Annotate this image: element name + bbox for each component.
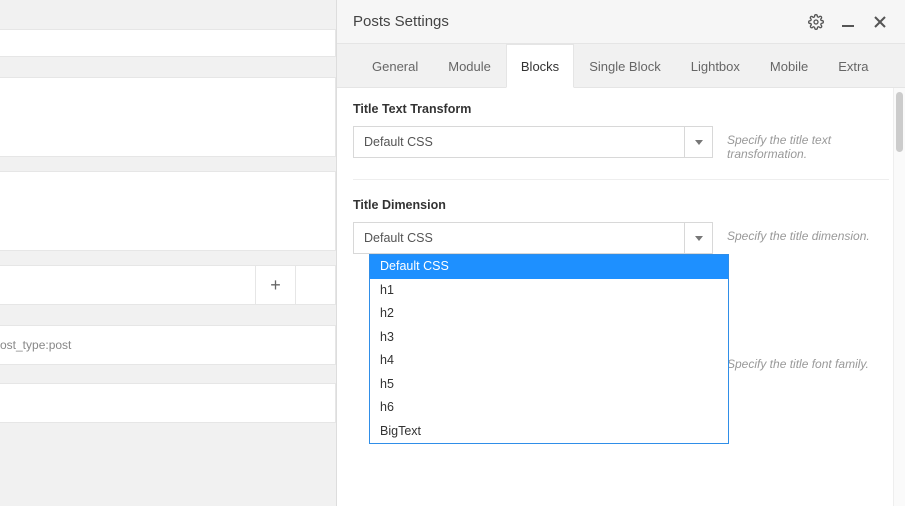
dropdown-option[interactable]: Default CSS <box>370 255 728 279</box>
dropdown-option[interactable]: h5 <box>370 373 728 397</box>
panel-header: Posts Settings <box>337 0 905 44</box>
select-value: Default CSS <box>354 127 684 157</box>
tab-extra[interactable]: Extra <box>823 44 883 88</box>
dropdown-option[interactable]: h4 <box>370 349 728 373</box>
chevron-down-icon <box>684 127 712 157</box>
tab-module[interactable]: Module <box>433 44 506 88</box>
tab-general[interactable]: General <box>357 44 433 88</box>
scrollbar-thumb[interactable] <box>896 92 903 152</box>
hint-text: Specify the title dimension. <box>727 222 889 243</box>
panel-title: Posts Settings <box>353 13 449 30</box>
left-add-row: + <box>0 265 336 305</box>
select-value: Default CSS <box>354 223 684 253</box>
tab-single-block[interactable]: Single Block <box>574 44 676 88</box>
select-title-dimension[interactable]: Default CSS <box>353 222 713 254</box>
dropdown-title-dimension[interactable]: Default CSS h1 h2 h3 h4 h5 h6 BigText <box>369 254 729 444</box>
tab-mobile[interactable]: Mobile <box>755 44 823 88</box>
section-title-text-transform: Title Text Transform Default CSS Specify… <box>353 102 889 180</box>
scrollbar[interactable] <box>893 88 905 506</box>
tabs-bar: General Module Blocks Single Block Light… <box>337 44 905 88</box>
dropdown-option[interactable]: h6 <box>370 396 728 420</box>
select-title-text-transform[interactable]: Default CSS <box>353 126 713 158</box>
section-title-dimension: Title Dimension Default CSS Specify the … <box>353 198 889 506</box>
minimize-icon[interactable] <box>839 13 857 31</box>
chevron-down-icon <box>684 223 712 253</box>
label-title-dimension: Title Dimension <box>353 198 889 212</box>
shortcode-text: ost_type:post <box>0 338 71 352</box>
settings-panel: Posts Settings General Module Blocks Sin… <box>336 0 905 506</box>
dropdown-option[interactable]: h2 <box>370 302 728 326</box>
shortcode-block: ost_type:post <box>0 325 336 365</box>
gear-icon[interactable] <box>807 13 825 31</box>
dropdown-option[interactable]: h1 <box>370 279 728 303</box>
dropdown-option[interactable]: h3 <box>370 326 728 350</box>
left-block <box>0 383 336 423</box>
label-title-text-transform: Title Text Transform <box>353 102 889 116</box>
tab-blocks[interactable]: Blocks <box>506 44 574 88</box>
left-pane: + ost_type:post <box>0 0 336 506</box>
left-extra-slot[interactable] <box>295 266 335 304</box>
left-block <box>0 77 336 157</box>
panel-body: Title Text Transform Default CSS Specify… <box>337 88 905 506</box>
add-button[interactable]: + <box>255 266 295 304</box>
hint-text-font-family: Specify the title font family. <box>727 350 889 371</box>
left-block <box>0 29 336 57</box>
dropdown-option[interactable]: BigText <box>370 420 728 444</box>
close-icon[interactable] <box>871 13 889 31</box>
left-block <box>0 171 336 251</box>
hint-text: Specify the title text transformation. <box>727 126 889 161</box>
tab-lightbox[interactable]: Lightbox <box>676 44 755 88</box>
